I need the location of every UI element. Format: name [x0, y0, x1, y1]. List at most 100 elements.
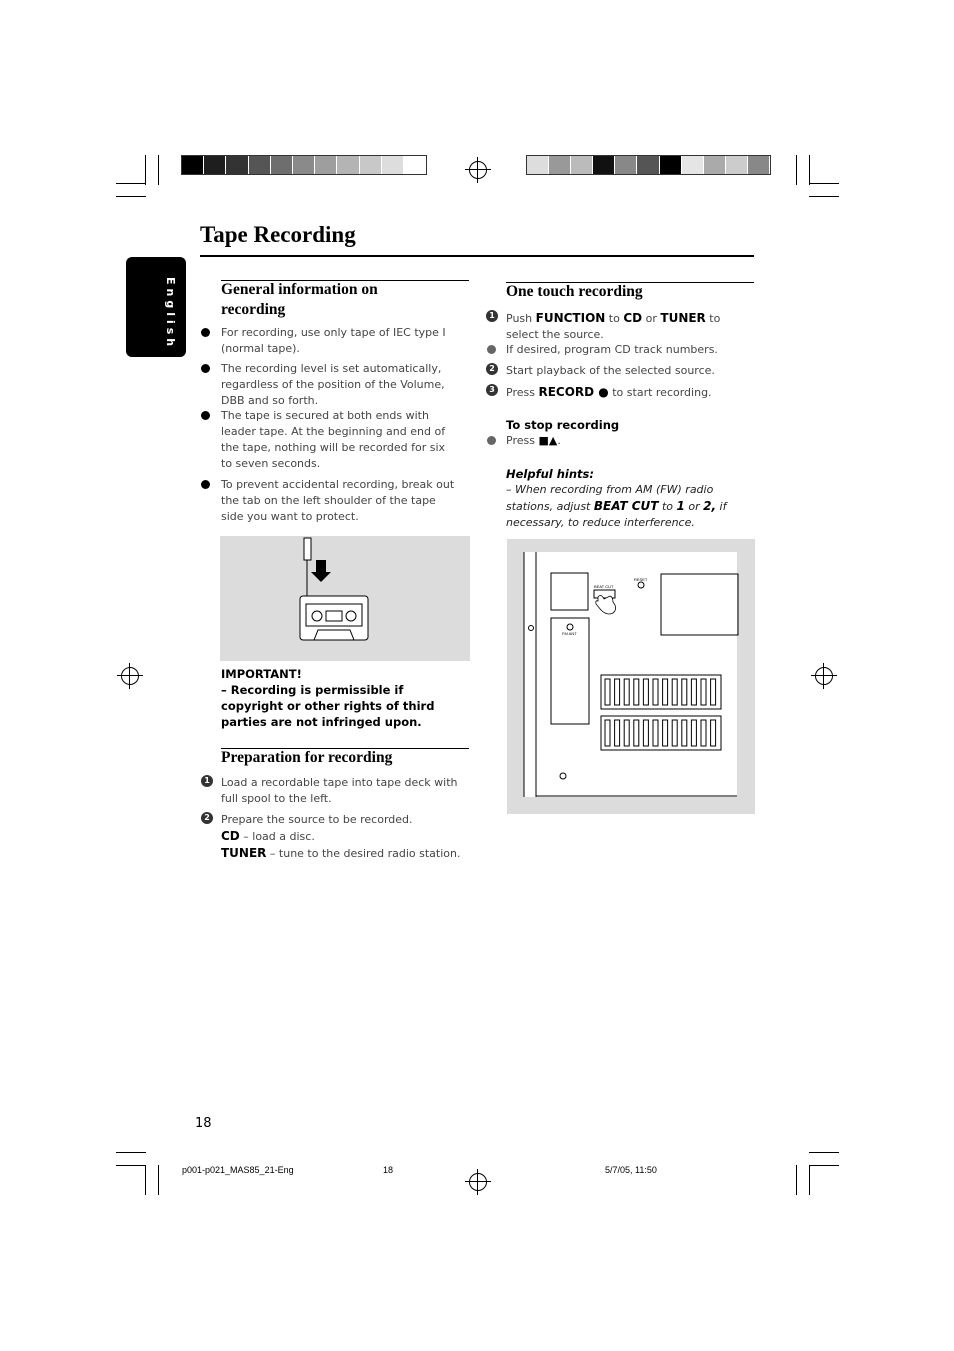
color-swatch [359, 156, 382, 174]
record-label: RECORD ● [538, 385, 609, 399]
text: to [658, 500, 677, 513]
value: 1 [676, 499, 685, 513]
crop-mark [796, 155, 797, 185]
bullet-icon [201, 364, 210, 373]
one-touch-step-1: Push FUNCTION to CD or TUNER to select t… [506, 310, 751, 343]
cd-text: – load a disc. [239, 830, 315, 843]
color-swatch [248, 156, 271, 174]
text: . [557, 434, 561, 447]
footer-filename: p001-p021_MAS85_21-Eng [182, 1165, 294, 1175]
crop-mark [116, 183, 146, 184]
language-tab: English [126, 257, 186, 357]
beat-cut-label: BEAT CUT [594, 584, 614, 589]
crop-mark [116, 1165, 146, 1166]
stop-eject-symbol: ■▲ [538, 434, 558, 447]
color-swatch [403, 156, 427, 174]
prep-step-1: Load a recordable tape into tape deck wi… [221, 776, 458, 805]
beat-cut-label: BEAT CUT [593, 499, 659, 513]
tape-tab-illustration [220, 536, 470, 661]
hints-text: – When recording from AM (FW) radio stat… [506, 482, 751, 531]
crop-mark [796, 1165, 797, 1195]
bullet-icon [201, 328, 210, 337]
general-heading: General information on recording [221, 281, 378, 318]
stop-text: Press ■▲. [506, 433, 561, 449]
one-touch-bullet: If desired, program CD track numbers. [506, 343, 718, 356]
crop-mark [116, 1152, 146, 1153]
rear-panel-drawing: FM ANT BEAT CUT RESET [523, 552, 739, 797]
manual-page: Tape Recording English General informati… [0, 0, 954, 1351]
color-swatch [615, 156, 638, 174]
function-label: FUNCTION [535, 311, 606, 325]
crop-mark [809, 1165, 839, 1166]
step-2-icon: 2 [486, 363, 498, 375]
title-rule [200, 255, 754, 257]
stop-heading: To stop recording [506, 418, 620, 432]
color-swatch [204, 156, 227, 174]
bullet-icon [487, 345, 496, 354]
rear-panel-illustration: FM ANT BEAT CUT RESET [507, 539, 755, 814]
page-number: 18 [195, 1116, 212, 1131]
color-swatch [292, 156, 316, 174]
cd-label: CD [221, 829, 240, 843]
prep-step-2: Prepare the source to be recorded. CD – … [221, 812, 466, 862]
hints-heading: Helpful hints: [506, 467, 594, 481]
text: Push [506, 312, 536, 325]
registration-mark-icon [465, 1169, 491, 1195]
crop-mark [809, 155, 810, 185]
bullet-icon [201, 411, 210, 420]
tuner-text: – tune to the desired radio station. [266, 847, 461, 860]
registration-mark-icon [117, 663, 143, 689]
step-1-icon: 1 [486, 310, 498, 322]
color-swatch [703, 156, 726, 174]
step-2-icon: 2 [201, 812, 213, 824]
crop-mark [809, 196, 839, 197]
color-swatch [381, 156, 404, 174]
crop-mark [145, 155, 146, 185]
color-swatch [681, 156, 704, 174]
language-label: English [164, 277, 177, 351]
color-swatch [593, 156, 616, 174]
text: Press [506, 386, 539, 399]
color-calibration-bar-right [526, 155, 771, 175]
crop-mark [809, 1152, 839, 1153]
registration-mark-icon [465, 157, 491, 183]
crop-mark [809, 183, 839, 184]
tuner-label: TUNER [660, 311, 706, 325]
tuner-label: TUNER [221, 846, 267, 860]
crop-mark [145, 1165, 146, 1195]
color-swatch [549, 156, 572, 174]
footer-date: 5/7/05, 11:50 [605, 1165, 657, 1175]
crop-mark [158, 155, 159, 185]
general-item: For recording, use only tape of IEC type… [221, 326, 446, 355]
footer-page: 18 [383, 1165, 394, 1175]
registration-mark-icon [811, 663, 837, 689]
prep-step-2-text: Prepare the source to be recorded. [221, 813, 413, 826]
text: Press [506, 434, 539, 447]
general-item: The recording level is set automatically… [221, 362, 445, 407]
color-swatch [659, 156, 682, 174]
color-swatch [637, 156, 660, 174]
bullet-icon [201, 480, 210, 489]
color-swatch [315, 156, 338, 174]
one-touch-step-2: Start playback of the selected source. [506, 364, 715, 377]
color-swatch [270, 156, 293, 174]
preparation-heading: Preparation for recording [221, 749, 393, 766]
one-touch-step-3: Press RECORD ● to start recording. [506, 384, 712, 401]
text: to start recording. [608, 386, 712, 399]
general-item: The tape is secured at both ends with le… [221, 409, 446, 470]
color-calibration-bar-left [181, 155, 427, 175]
important-text: – Recording is permissible if copyright … [221, 683, 435, 729]
cd-label: CD [623, 311, 643, 325]
general-item: To prevent accidental recording, break o… [221, 478, 455, 523]
crop-mark [116, 196, 146, 197]
one-touch-heading: One touch recording [506, 283, 643, 300]
color-swatch [747, 156, 771, 174]
color-swatch [226, 156, 249, 174]
text: or [642, 312, 661, 325]
page-title: Tape Recording [200, 222, 356, 247]
color-swatch [527, 156, 550, 174]
text: or [684, 500, 704, 513]
color-swatch [182, 156, 205, 174]
color-swatch [571, 156, 594, 174]
text: to [605, 312, 624, 325]
